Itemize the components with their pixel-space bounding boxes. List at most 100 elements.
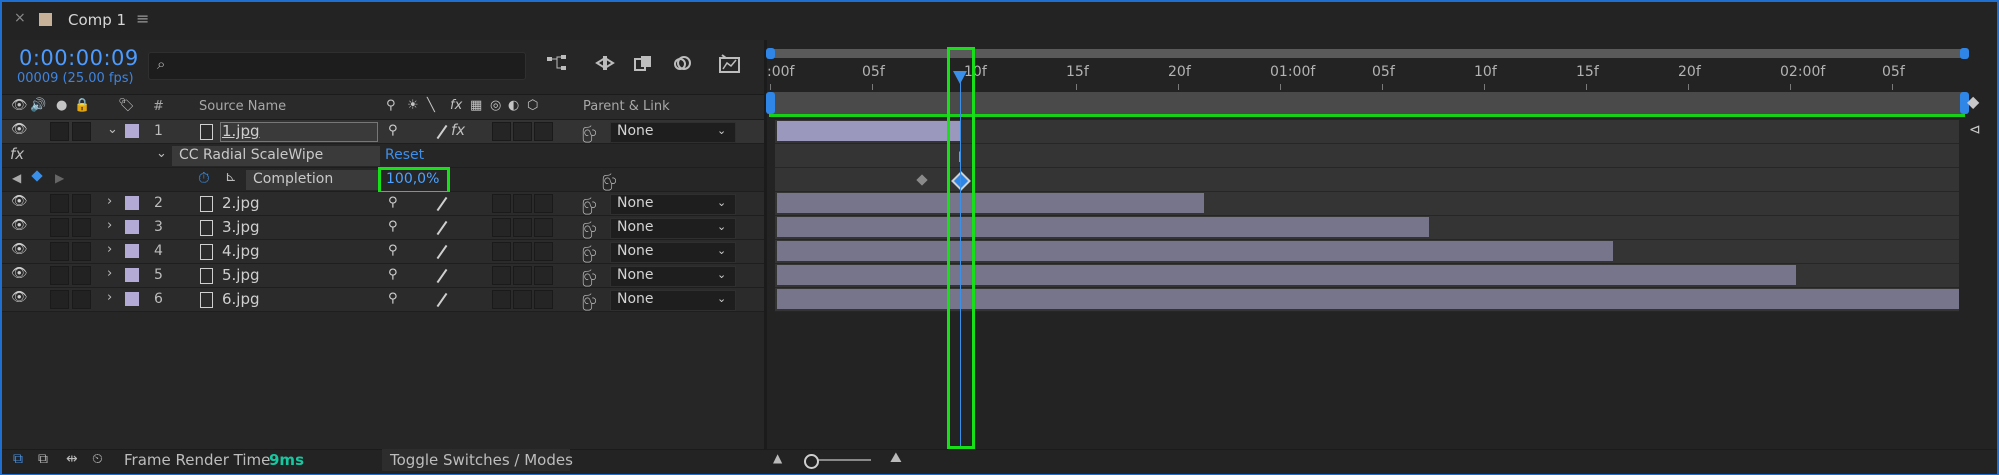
chevron-down-icon[interactable]: ⌄ [107,122,118,137]
layer-visibility-eye-icon[interactable]: 👁 [11,266,28,281]
layer-name[interactable]: 2.jpg [222,194,260,212]
switch-box[interactable] [534,242,553,261]
in-out-panes-icon[interactable]: ⇹ [66,451,78,467]
effect-switch-icon[interactable]: fx [450,98,462,113]
switch-box[interactable] [534,218,553,237]
chevron-right-icon[interactable]: › [107,242,112,257]
chevron-right-icon[interactable]: › [107,266,112,281]
solo-box[interactable] [50,242,69,261]
pick-whip-icon[interactable]: ꩺ [582,194,597,215]
switch-box[interactable] [492,194,511,213]
pick-whip-icon[interactable]: ꩺ [582,218,597,239]
shy-switch-icon[interactable]: ⚲ [388,243,398,258]
stopwatch-icon[interactable]: ⏱ [198,169,210,187]
adjustment-switch-icon[interactable]: ◐ [508,98,519,113]
composition-flowchart-icon[interactable] [546,54,568,74]
solo-box[interactable] [50,194,69,213]
graph-icon[interactable]: ⊾ [225,169,237,185]
switch-box[interactable] [513,218,532,237]
switch-box[interactable] [492,266,511,285]
layer-name[interactable]: 4.jpg [222,242,260,260]
layer-switches-icon[interactable]: ⧉ [13,451,23,467]
motion-blur-icon[interactable] [672,54,694,74]
switch-box[interactable] [513,194,532,213]
layer-duration-bar[interactable] [777,121,960,141]
layer-name[interactable]: 1.jpg [222,122,260,140]
3d-layer-switch-icon[interactable]: ⬡ [527,98,538,113]
layer-visibility-eye-icon[interactable]: 👁 [11,122,28,137]
solo-box[interactable] [50,266,69,285]
shy-switch-icon[interactable]: ⚲ [388,267,398,282]
pick-whip-icon[interactable]: ꩺ [582,122,597,143]
reset-link[interactable]: Reset [385,147,424,163]
completion-value[interactable]: 100,0% [386,171,439,187]
tab-title[interactable]: Comp 1 [68,11,126,29]
switch-box[interactable] [513,266,532,285]
comp-marker-bin-icon[interactable]: ◆ [1967,92,1979,111]
label-color-swatch[interactable] [125,268,139,282]
lock-box[interactable] [72,122,91,141]
column-number[interactable]: # [153,99,164,114]
layer-duration-bar[interactable] [777,265,1796,285]
layer-visibility-eye-icon[interactable]: 👁 [11,242,28,257]
switch-box[interactable] [513,242,532,261]
shy-switch-icon[interactable]: ⚲ [388,291,398,306]
prev-keyframe-icon[interactable]: ◀ [12,171,21,185]
zoom-in-icon[interactable]: ⛰ [890,450,902,466]
comp-button-icon[interactable]: ⊲ [1969,122,1981,138]
chevron-right-icon[interactable]: › [107,194,112,209]
label-tag-icon[interactable]: 🏷 [118,98,135,113]
label-color-swatch[interactable] [125,220,139,234]
navigator-end-handle[interactable] [1960,48,1969,59]
chevron-right-icon[interactable]: › [107,218,112,233]
solo-dot-icon[interactable]: ● [56,98,67,113]
draft-3d-icon[interactable] [594,54,616,74]
layer-duration-bar[interactable] [777,217,1429,237]
switch-box[interactable] [513,122,532,141]
frame-blend-switch-icon[interactable]: ▦ [470,98,482,113]
solo-box[interactable] [50,218,69,237]
label-color-swatch[interactable] [125,292,139,306]
video-eye-icon[interactable]: 👁 [11,98,28,113]
lock-box[interactable] [72,242,91,261]
close-tab-icon[interactable]: × [14,10,26,26]
pick-whip-icon[interactable]: ꩺ [582,290,597,311]
label-color-swatch[interactable] [125,196,139,210]
switch-box[interactable] [492,218,511,237]
switch-box[interactable] [492,290,511,309]
shy-switch-icon[interactable]: ⚲ [388,123,398,138]
search-icon[interactable]: ⌕ [157,55,165,73]
chevron-down-icon[interactable]: ⌄ [156,146,167,161]
solo-box[interactable] [50,122,69,141]
shy-switch-icon[interactable]: ⚲ [388,219,398,234]
switch-box[interactable] [534,266,553,285]
transfer-controls-icon[interactable]: ⧉ [38,451,48,467]
graph-editor-icon[interactable] [718,54,740,74]
next-keyframe-icon[interactable]: ▶ [55,171,64,185]
switch-box[interactable] [534,290,553,309]
layer-name[interactable]: 3.jpg [222,218,260,236]
frame-blending-icon[interactable] [633,54,655,74]
zoom-out-icon[interactable]: ▲ [773,451,782,465]
solo-box[interactable] [50,290,69,309]
switch-box[interactable] [492,122,511,141]
navigator-start-handle[interactable] [766,48,775,59]
expression-pickwhip-icon[interactable]: ꩺ [602,170,617,191]
layer-duration-bar[interactable] [777,241,1613,261]
shy-switch-icon[interactable]: ⚲ [386,98,396,113]
search-input[interactable] [148,52,526,80]
work-area-start[interactable] [766,92,775,114]
pick-whip-icon[interactable]: ꩺ [582,242,597,263]
column-parent-link[interactable]: Parent & Link [583,99,670,114]
effect-name[interactable]: CC Radial ScaleWipe [179,147,323,163]
shy-switch-icon[interactable]: ⚲ [388,195,398,210]
layer-visibility-eye-icon[interactable]: 👁 [11,218,28,233]
switch-box[interactable] [534,194,553,213]
switch-box[interactable] [513,290,532,309]
motion-blur-switch-icon[interactable]: ◎ [490,98,501,113]
effect-switch-icon[interactable]: fx [451,121,465,139]
panel-menu-icon[interactable]: ≡ [136,9,149,28]
layer-visibility-eye-icon[interactable]: 👁 [11,290,28,305]
label-color-swatch[interactable] [125,244,139,258]
lock-box[interactable] [72,218,91,237]
